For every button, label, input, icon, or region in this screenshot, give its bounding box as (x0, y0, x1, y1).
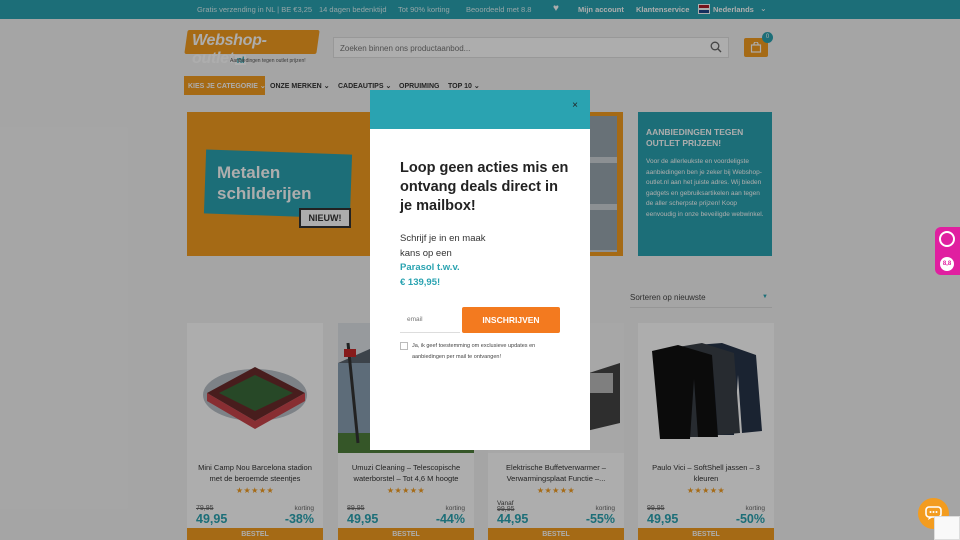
consent-label[interactable]: Ja, ik geef toestemming om exclusieve up… (412, 341, 562, 363)
recaptcha-badge (934, 516, 960, 540)
newsletter-modal: × Loop geen acties mis en ontvang deals … (370, 90, 590, 450)
modal-heading: Loop geen acties mis en ontvang deals di… (400, 160, 569, 214)
close-icon[interactable]: × (568, 99, 582, 113)
modal-prize: Parasol t.w.v. € 139,95! (400, 262, 460, 288)
subscribe-button[interactable]: INSCHRIJVEN (462, 307, 560, 333)
email-field[interactable] (400, 307, 460, 333)
modal-text: Schrijf je in en maak kans op een (400, 233, 486, 259)
modal-header (370, 90, 590, 129)
review-icon (939, 231, 955, 247)
rating-score: 8,8 (940, 257, 954, 271)
rating-widget[interactable]: 8,8 (935, 227, 960, 275)
consent-checkbox[interactable] (400, 342, 408, 350)
